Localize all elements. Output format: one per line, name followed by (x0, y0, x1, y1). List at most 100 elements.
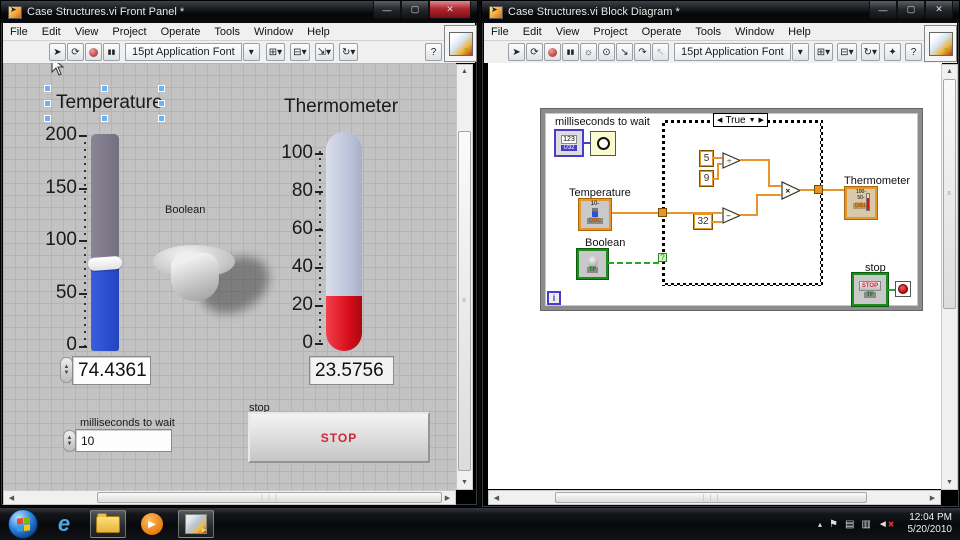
close-button[interactable]: ✕ (429, 1, 471, 19)
menu-help[interactable]: Help (300, 24, 337, 40)
align-objects-button[interactable]: ⊞▾ (266, 43, 285, 61)
vscroll-thumb[interactable]: ≡ (943, 79, 956, 309)
stop-button[interactable]: STOP (248, 412, 430, 463)
step-over-button[interactable]: ↷ (634, 43, 651, 61)
maximize-button[interactable]: ▢ (401, 1, 429, 19)
font-selector[interactable]: 15pt Application Font (125, 43, 242, 61)
ms-wait-field[interactable]: 10 (75, 429, 172, 452)
taskbar-labview-icon[interactable]: ➤ (178, 510, 214, 538)
spin-down-icon[interactable]: ▼ (67, 441, 73, 447)
scroll-right-icon[interactable]: ▶ (925, 491, 940, 504)
hscroll-thumb[interactable]: ⋮⋮⋮ (97, 492, 442, 503)
constant-32[interactable]: 32 (694, 214, 712, 229)
scroll-right-icon[interactable]: ▶ (440, 491, 455, 504)
boolean-terminal[interactable]: TF (577, 249, 608, 279)
menu-tools[interactable]: Tools (207, 24, 247, 40)
reorder-button[interactable]: ↻▾ (861, 43, 880, 61)
taskbar-clock[interactable]: 12:04 PM 5/20/2010 (902, 512, 953, 536)
menu-operate[interactable]: Operate (635, 24, 689, 40)
divide-node[interactable]: ÷ (722, 152, 742, 169)
case-next-icon[interactable]: ▶ (759, 116, 764, 124)
menu-window[interactable]: Window (728, 24, 781, 40)
spin-down-icon[interactable]: ▼ (64, 370, 70, 376)
minimize-button[interactable]: — (869, 1, 897, 19)
menu-project[interactable]: Project (105, 24, 153, 40)
menu-window[interactable]: Window (247, 24, 300, 40)
run-continuous-button[interactable]: ⟳ (67, 43, 84, 61)
menu-file[interactable]: File (3, 24, 35, 40)
action-center-icon[interactable]: ⚑ (829, 519, 838, 530)
hscroll-thumb[interactable]: ⋮⋮⋮ (555, 492, 867, 503)
block-diagram-hscrollbar[interactable]: ◀ ▶ ⋮⋮⋮ (488, 490, 941, 505)
abort-button[interactable] (544, 43, 561, 61)
clean-up-diagram-button[interactable]: ✦ (884, 43, 901, 61)
taskbar-ie-icon[interactable]: e (46, 510, 82, 538)
step-into-button[interactable]: ↘ (616, 43, 633, 61)
stop-terminal[interactable]: STOP TF (852, 273, 888, 306)
start-button[interactable] (8, 509, 38, 539)
menu-view[interactable]: View (549, 24, 587, 40)
iteration-terminal[interactable]: i (547, 291, 561, 305)
selection-handle[interactable] (44, 115, 51, 122)
thermometer-terminal[interactable]: 100- 50- DBL (845, 187, 877, 219)
resize-objects-button[interactable]: ⇲▾ (315, 43, 334, 61)
wait-ms-function[interactable] (590, 131, 616, 156)
multiply-node[interactable]: × (781, 181, 802, 200)
loop-condition-terminal[interactable] (895, 281, 911, 297)
ms-wait-terminal[interactable]: 123 U32 (554, 129, 584, 157)
menu-project[interactable]: Project (586, 24, 634, 40)
constant-5[interactable]: 5 (700, 151, 713, 166)
boolean-button-cap[interactable] (171, 253, 219, 301)
pause-button[interactable]: ▮▮ (103, 43, 120, 61)
abort-button[interactable] (85, 43, 102, 61)
menu-view[interactable]: View (68, 24, 106, 40)
font-dropdown-arrow[interactable]: ▾ (243, 43, 260, 61)
distribute-objects-button[interactable]: ⊟▾ (837, 43, 856, 61)
selection-handle[interactable] (44, 100, 51, 107)
highlight-execution-button[interactable]: ☼ (580, 43, 597, 61)
retain-wire-values-button[interactable]: ⊙ (598, 43, 615, 61)
case-prev-icon[interactable]: ◀ (717, 116, 722, 124)
tray-expand-icon[interactable]: ▴ (818, 520, 822, 529)
front-panel-vscrollbar[interactable]: ▲ ▼ ≡ (456, 64, 473, 490)
selection-handle[interactable] (158, 100, 165, 107)
align-objects-button[interactable]: ⊞▾ (814, 43, 833, 61)
context-help-button[interactable]: ? (905, 43, 922, 61)
front-panel-titlebar[interactable]: Case Structures.vi Front Panel * — ▢ ✕ (1, 1, 477, 23)
taskbar-explorer-icon[interactable] (90, 510, 126, 538)
scroll-up-icon[interactable]: ▲ (457, 65, 472, 78)
font-selector[interactable]: 15pt Application Font (674, 43, 791, 61)
temperature-terminal[interactable]: 10- DBL (579, 199, 611, 230)
menu-edit[interactable]: Edit (35, 24, 68, 40)
menu-file[interactable]: File (484, 24, 516, 40)
scroll-down-icon[interactable]: ▼ (457, 476, 472, 489)
selection-handle[interactable] (101, 85, 108, 92)
tray-document-icon[interactable]: ▤ (845, 519, 854, 530)
maximize-button[interactable]: ▢ (897, 1, 925, 19)
reorder-button[interactable]: ↻▾ (339, 43, 358, 61)
menu-operate[interactable]: Operate (154, 24, 208, 40)
taskbar-media-player-icon[interactable]: ▶ (134, 510, 170, 538)
subtract-node[interactable]: − (722, 207, 742, 224)
selection-handle[interactable] (44, 85, 51, 92)
step-out-button[interactable]: ↖ (652, 43, 669, 61)
context-help-button[interactable]: ? (425, 43, 442, 61)
vscroll-thumb[interactable]: ≡ (458, 131, 471, 471)
scroll-left-icon[interactable]: ◀ (489, 491, 504, 504)
selection-handle[interactable] (101, 115, 108, 122)
case-selector[interactable]: ◀ True ▼ ▶ (713, 113, 768, 127)
volume-muted-icon[interactable]: ◄✖ (878, 519, 895, 530)
block-diagram-vscrollbar[interactable]: ▲ ▼ ≡ (941, 64, 958, 490)
close-button[interactable]: ✕ (925, 1, 953, 19)
menu-help[interactable]: Help (781, 24, 818, 40)
run-button[interactable]: ➤ (508, 43, 525, 61)
front-panel-hscrollbar[interactable]: ◀ ▶ ⋮⋮⋮ (3, 490, 456, 505)
menu-tools[interactable]: Tools (688, 24, 728, 40)
temperature-slider-thumb[interactable] (88, 256, 123, 271)
network-icon[interactable]: ▥ (861, 519, 870, 530)
minimize-button[interactable]: — (373, 1, 401, 19)
scroll-up-icon[interactable]: ▲ (942, 65, 957, 78)
scroll-left-icon[interactable]: ◀ (4, 491, 19, 504)
font-dropdown-arrow[interactable]: ▾ (792, 43, 809, 61)
pause-button[interactable]: ▮▮ (562, 43, 579, 61)
